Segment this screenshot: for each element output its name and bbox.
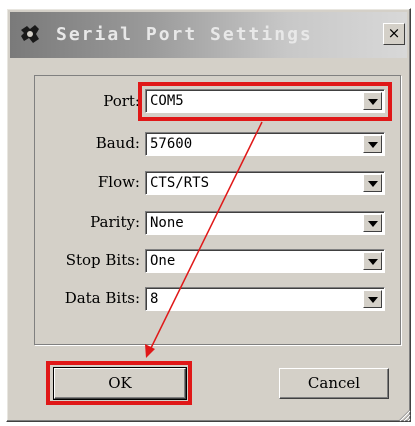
parity-value: None (150, 215, 184, 231)
data-bits-select[interactable]: 8 (145, 287, 385, 311)
baud-dropdown-button[interactable] (363, 135, 382, 153)
stop-bits-label: Stop Bits: (65, 251, 140, 269)
flow-label: Flow: (97, 173, 140, 191)
chevron-down-icon (368, 99, 378, 105)
chevron-down-icon (368, 259, 378, 265)
close-icon: × (387, 24, 401, 42)
data-bits-dropdown-button[interactable] (363, 290, 382, 308)
port-label: Port: (103, 92, 140, 110)
parity-dropdown-button[interactable] (363, 214, 382, 232)
chevron-down-icon (368, 297, 378, 303)
resize-grip-icon[interactable] (397, 408, 411, 422)
close-button[interactable]: × (383, 23, 405, 45)
data-bits-value: 8 (150, 291, 159, 307)
baud-label: Baud: (95, 134, 140, 152)
chevron-down-icon (368, 221, 378, 227)
port-select[interactable]: COM5 (145, 89, 385, 113)
stop-bits-value: One (150, 253, 176, 269)
app-icon (18, 22, 42, 46)
stop-bits-select[interactable]: One (145, 249, 385, 273)
baud-value: 57600 (150, 136, 193, 152)
flow-select[interactable]: CTS/RTS (145, 171, 385, 195)
cancel-button[interactable]: Cancel (279, 368, 389, 399)
data-bits-label: Data Bits: (64, 289, 140, 307)
chevron-down-icon (368, 142, 378, 148)
port-value: COM5 (150, 93, 184, 109)
stop-bits-dropdown-button[interactable] (363, 252, 382, 270)
port-dropdown-button[interactable] (363, 92, 382, 110)
dialog-title: Serial Port Settings (56, 24, 313, 45)
chevron-down-icon (368, 181, 378, 187)
ok-button[interactable]: OK (53, 367, 187, 400)
parity-label: Parity: (90, 213, 140, 231)
flow-value: CTS/RTS (150, 175, 210, 191)
baud-select[interactable]: 57600 (145, 132, 385, 156)
flow-dropdown-button[interactable] (363, 174, 382, 192)
title-bar[interactable]: Serial Port Settings × (10, 12, 407, 58)
parity-select[interactable]: None (145, 211, 385, 235)
